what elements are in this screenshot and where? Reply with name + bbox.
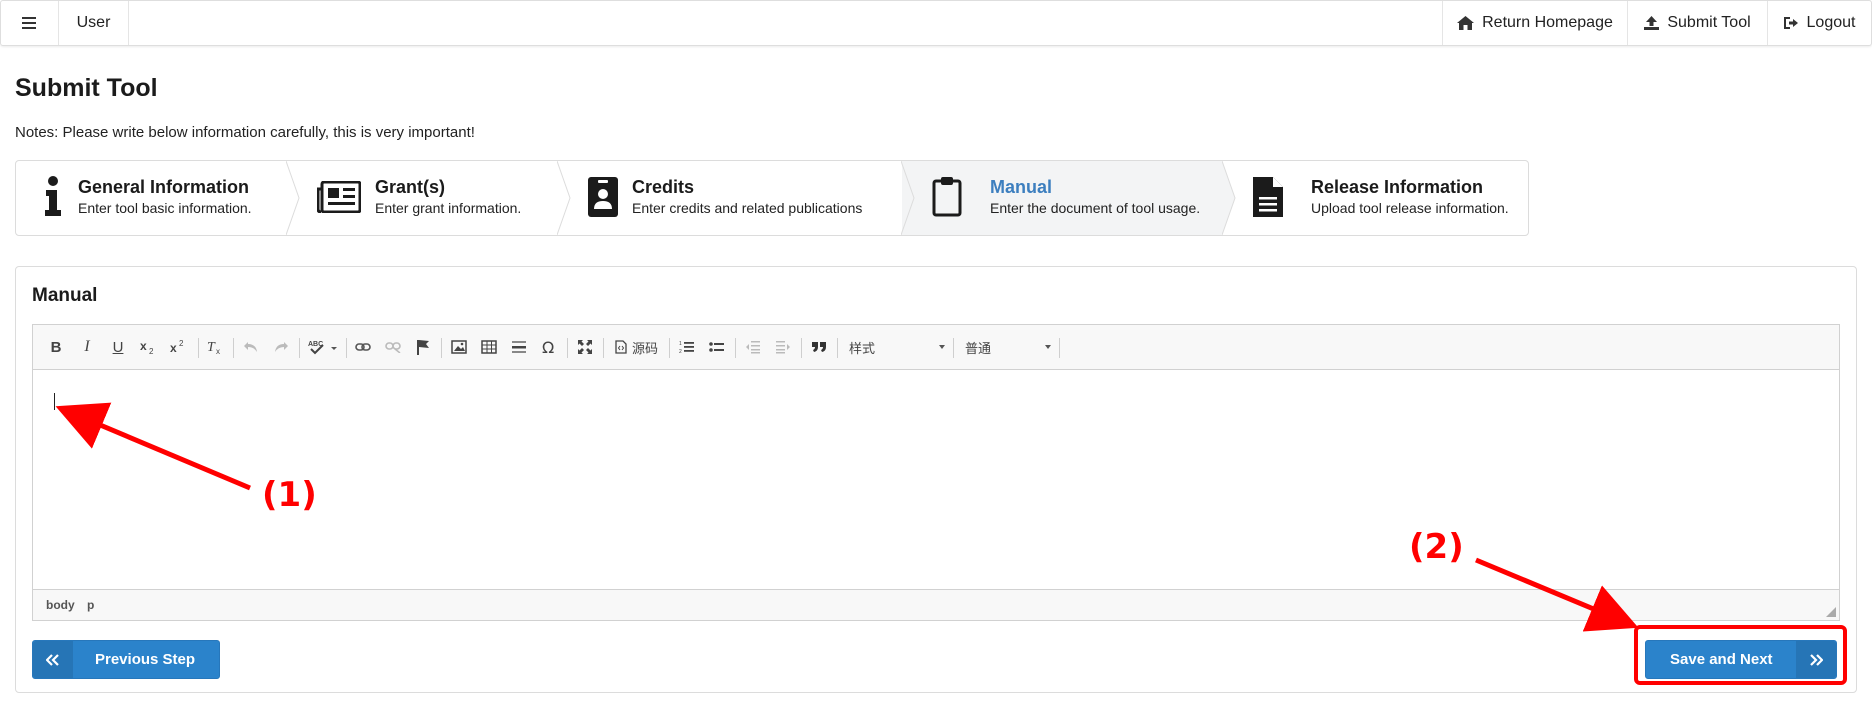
annotation-arrows [55,402,1639,632]
annotation-arrow-1 [55,402,251,491]
annotation-label-1: (1) [262,475,317,515]
annotation-label-2: (2) [1409,527,1464,567]
annotation-highlight-box [1634,625,1847,685]
step-chevron-separator [901,161,915,235]
annotation-arrow-2 [1475,557,1639,632]
